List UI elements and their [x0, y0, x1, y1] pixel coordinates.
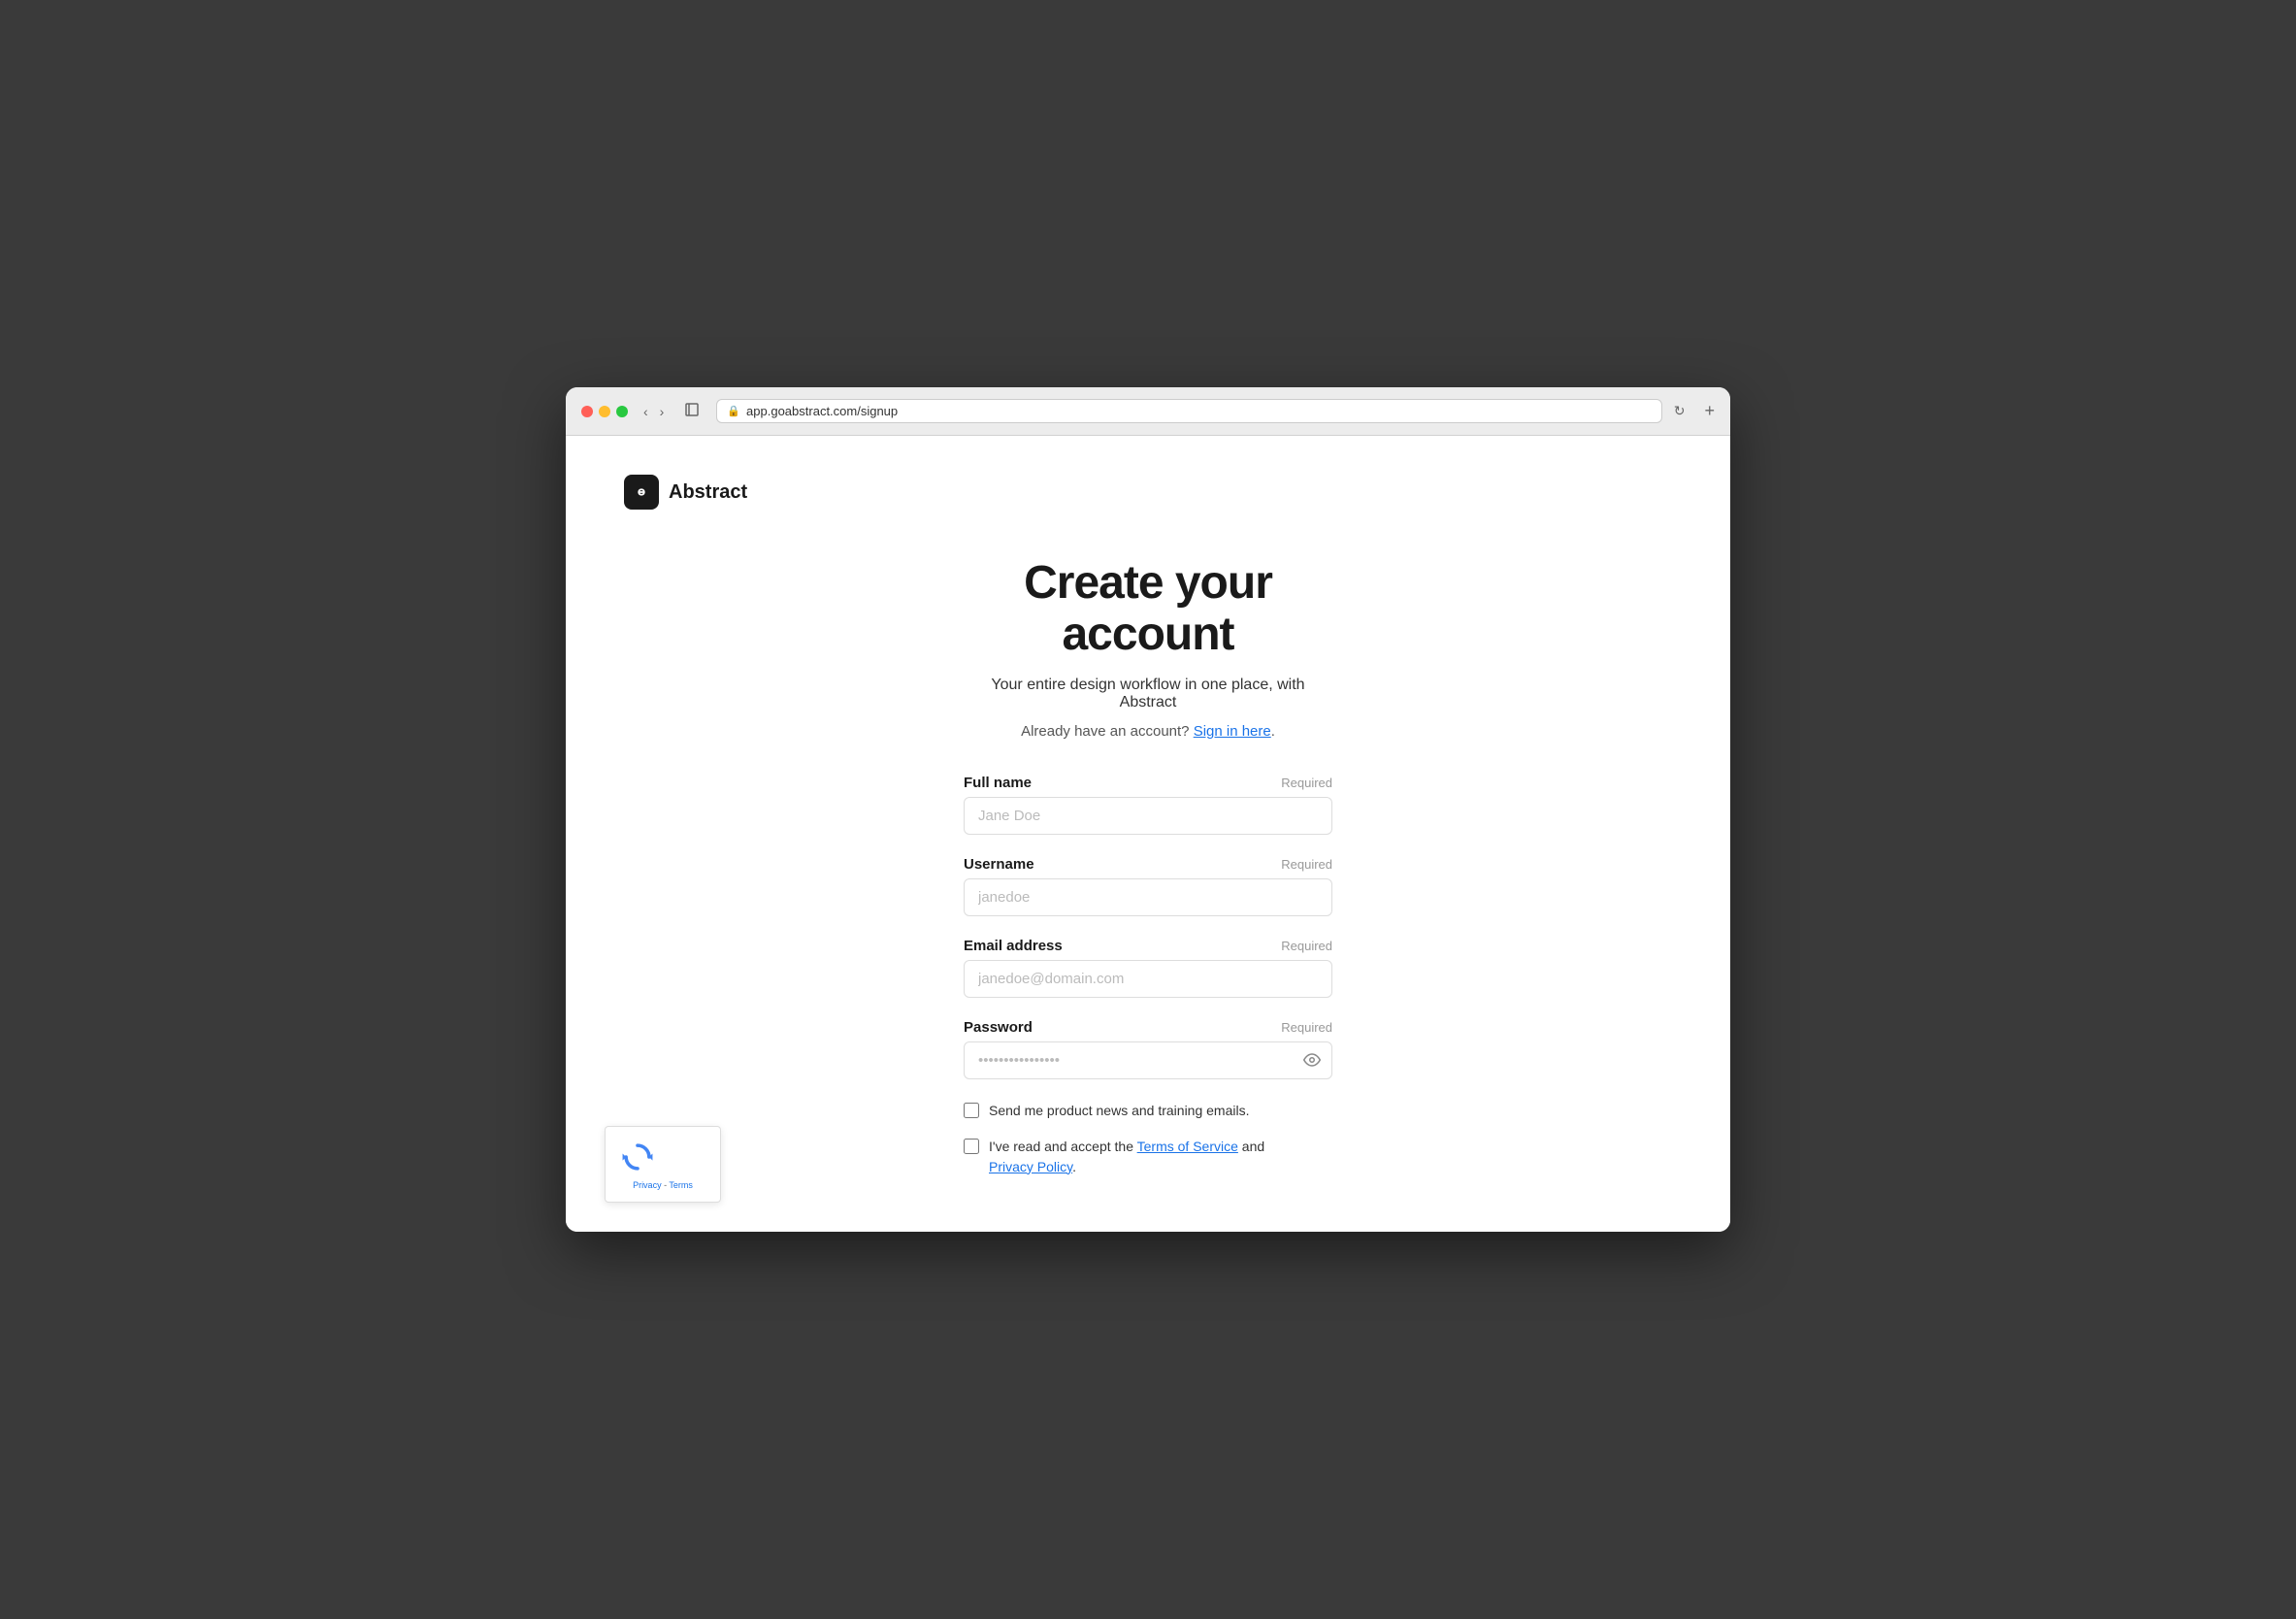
fullname-field-group: Full name Required [964, 775, 1332, 835]
email-required: Required [1281, 939, 1332, 953]
username-label: Username [964, 856, 1034, 873]
signin-text: Already have an account? Sign in here. [964, 723, 1332, 740]
recaptcha-privacy-link[interactable]: Privacy [633, 1180, 662, 1190]
maximize-button[interactable] [616, 406, 628, 417]
password-input[interactable] [964, 1041, 1332, 1079]
username-field-group: Username Required [964, 856, 1332, 916]
nav-buttons: ‹ › [640, 402, 668, 421]
page-title: Create your account [964, 558, 1332, 661]
logo-text: Abstract [669, 481, 747, 504]
browser-chrome: ‹ › 🔒 app.goabstract.com/signup ↻ + [566, 387, 1730, 436]
fullname-label: Full name [964, 775, 1032, 791]
fullname-required: Required [1281, 776, 1332, 790]
email-label: Email address [964, 938, 1063, 954]
lock-icon: 🔒 [727, 405, 740, 417]
password-wrapper [964, 1041, 1332, 1079]
close-button[interactable] [581, 406, 593, 417]
newsletter-checkbox-row: Send me product news and training emails… [964, 1101, 1332, 1121]
page-subtitle: Your entire design workflow in one place… [964, 677, 1332, 711]
privacy-policy-link[interactable]: Privacy Policy [989, 1159, 1072, 1174]
password-label: Password [964, 1019, 1033, 1036]
new-tab-button[interactable]: + [1704, 401, 1715, 421]
minimize-button[interactable] [599, 406, 610, 417]
recaptcha-widget: Privacy - Terms [605, 1126, 721, 1203]
url-text: app.goabstract.com/signup [746, 404, 898, 418]
username-label-row: Username Required [964, 856, 1332, 873]
newsletter-checkbox[interactable] [964, 1103, 979, 1118]
signin-link[interactable]: Sign in here [1194, 723, 1271, 740]
page-content: Abstract Create your account Your entire… [566, 436, 1730, 1232]
address-bar[interactable]: 🔒 app.goabstract.com/signup [716, 399, 1661, 423]
terms-label: I've read and accept the Terms of Servic… [989, 1137, 1264, 1177]
terms-checkbox-row: I've read and accept the Terms of Servic… [964, 1137, 1332, 1177]
username-input[interactable] [964, 878, 1332, 916]
abstract-logo-icon [624, 475, 659, 510]
traffic-lights [581, 406, 628, 417]
recaptcha-terms-link[interactable]: Terms [669, 1180, 693, 1190]
password-required: Required [1281, 1020, 1332, 1035]
email-field-group: Email address Required [964, 938, 1332, 998]
logo-area: Abstract [624, 475, 1672, 510]
username-required: Required [1281, 857, 1332, 872]
password-label-row: Password Required [964, 1019, 1332, 1036]
back-button[interactable]: ‹ [640, 402, 652, 421]
browser-window: ‹ › 🔒 app.goabstract.com/signup ↻ + [566, 387, 1730, 1232]
refresh-button[interactable]: ↻ [1674, 403, 1686, 419]
form-container: Create your account Your entire design w… [964, 558, 1332, 1177]
recaptcha-icon [619, 1139, 656, 1175]
toggle-password-button[interactable] [1303, 1051, 1321, 1069]
terms-checkbox[interactable] [964, 1139, 979, 1154]
newsletter-label: Send me product news and training emails… [989, 1101, 1249, 1121]
expand-button[interactable] [679, 401, 705, 421]
terms-of-service-link[interactable]: Terms of Service [1137, 1139, 1238, 1154]
forward-button[interactable]: › [656, 402, 669, 421]
fullname-input[interactable] [964, 797, 1332, 835]
email-label-row: Email address Required [964, 938, 1332, 954]
password-field-group: Password Required [964, 1019, 1332, 1079]
email-input[interactable] [964, 960, 1332, 998]
recaptcha-text: Privacy - Terms [619, 1180, 706, 1190]
fullname-label-row: Full name Required [964, 775, 1332, 791]
